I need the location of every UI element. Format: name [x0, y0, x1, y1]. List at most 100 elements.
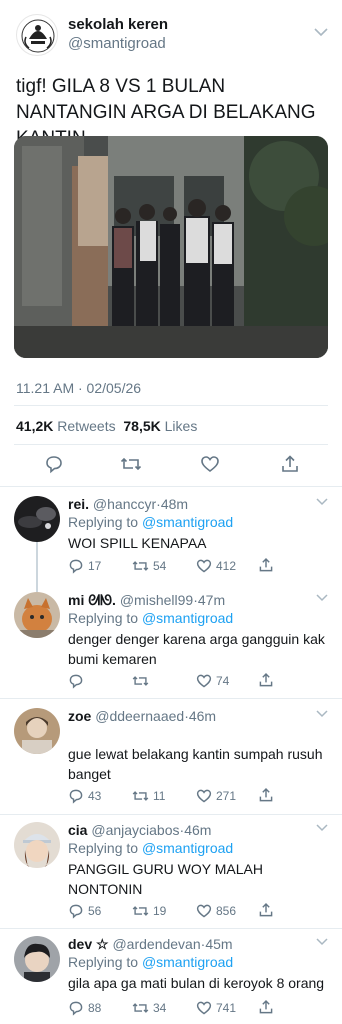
- reply-button[interactable]: 17: [68, 558, 101, 574]
- reply-author-handle[interactable]: @anjayciabos: [91, 822, 179, 838]
- replying-to-handle[interactable]: @smantigroad: [142, 514, 233, 530]
- reply-author-name[interactable]: cia: [68, 822, 87, 838]
- divider: [0, 698, 342, 699]
- like-button[interactable]: 271: [196, 788, 236, 804]
- avatar[interactable]: [14, 822, 60, 868]
- tweet-photo[interactable]: [14, 136, 328, 358]
- author-name[interactable]: sekolah keren: [68, 16, 168, 33]
- like-icon: [196, 789, 212, 803]
- reply-author-name[interactable]: dev ☆: [68, 936, 109, 952]
- like-count: 412: [216, 559, 237, 573]
- reply-icon[interactable]: [44, 454, 64, 474]
- like-count: 271: [216, 789, 237, 803]
- retweet-button[interactable]: 19: [132, 903, 166, 919]
- like-count: 74: [216, 674, 230, 688]
- replying-prefix: Replying to: [68, 610, 139, 626]
- reply-count: 43: [88, 789, 102, 803]
- divider: [0, 814, 342, 815]
- chevron-down-icon[interactable]: [314, 28, 328, 37]
- divider: [0, 486, 342, 487]
- avatar[interactable]: [14, 708, 60, 754]
- reply-button[interactable]: 43: [68, 788, 101, 804]
- avatar[interactable]: [14, 592, 60, 638]
- reply-count: 88: [88, 1001, 102, 1015]
- reply-author-handle[interactable]: @ddeernaaed: [95, 708, 184, 724]
- replying-to-handle[interactable]: @smantigroad: [142, 610, 233, 626]
- reply-icon: [69, 1001, 83, 1016]
- divider: [0, 928, 342, 929]
- replying-to-handle[interactable]: @smantigroad: [142, 954, 233, 970]
- like-icon: [196, 904, 212, 918]
- reply-time[interactable]: 45m: [205, 936, 232, 952]
- replying-to: Replying to @smantigroad: [68, 954, 233, 970]
- retweet-button[interactable]: [132, 673, 153, 689]
- retweet-count: 19: [153, 904, 167, 918]
- avatar[interactable]: [14, 496, 60, 542]
- reply-icon: [69, 674, 83, 689]
- like-button[interactable]: 741: [196, 1000, 236, 1016]
- reply-author-name[interactable]: zoe: [68, 708, 91, 724]
- replying-to-handle[interactable]: @smantigroad: [142, 840, 233, 856]
- reply-icon: [69, 904, 83, 919]
- like-count: 741: [216, 1001, 237, 1015]
- chevron-down-icon[interactable]: [316, 710, 328, 718]
- reply-count: 56: [88, 904, 102, 918]
- reply-header: rei. @hanccyr·48m: [68, 496, 189, 512]
- like-icon[interactable]: [200, 454, 220, 474]
- retweet-icon: [132, 561, 149, 571]
- reply-author-handle[interactable]: @hanccyr: [93, 496, 156, 512]
- like-button[interactable]: 856: [196, 903, 236, 919]
- avatar[interactable]: [14, 936, 60, 982]
- chevron-down-icon[interactable]: [316, 498, 328, 506]
- reply-time[interactable]: 46m: [184, 822, 211, 838]
- retweet-icon: [132, 676, 149, 686]
- like-button[interactable]: 74: [196, 673, 229, 689]
- reply-text: gue lewat belakang kantin sumpah rusuh b…: [68, 746, 323, 782]
- share-icon[interactable]: [258, 787, 274, 803]
- share-icon[interactable]: [258, 902, 274, 918]
- reply-time[interactable]: 47m: [198, 592, 225, 608]
- reply-author-handle[interactable]: @mishell99: [120, 592, 193, 608]
- retweets-label[interactable]: Retweets: [57, 418, 115, 434]
- likes-count[interactable]: 78,5K: [123, 418, 160, 434]
- thread-line: [36, 542, 38, 592]
- retweet-button[interactable]: 34: [132, 1000, 166, 1016]
- author-avatar[interactable]: [16, 14, 58, 56]
- replying-prefix: Replying to: [68, 954, 139, 970]
- reply-author-name[interactable]: rei.: [68, 496, 89, 512]
- retweets-count[interactable]: 41,2K: [16, 418, 53, 434]
- chevron-down-icon[interactable]: [316, 824, 328, 832]
- retweet-button[interactable]: 11: [132, 788, 165, 804]
- reply-icon: [69, 559, 83, 574]
- replying-prefix: Replying to: [68, 840, 139, 856]
- tweet-timestamp[interactable]: 11.21 AM · 02/05/26: [16, 380, 141, 396]
- chevron-down-icon[interactable]: [316, 594, 328, 602]
- reply-header: zoe @ddeernaaed·46m: [68, 708, 217, 724]
- retweet-icon[interactable]: [120, 454, 142, 474]
- reply-author-handle[interactable]: @ardendevan: [112, 936, 200, 952]
- like-icon: [196, 674, 212, 688]
- likes-label[interactable]: Likes: [165, 418, 198, 434]
- reply-time[interactable]: 46m: [189, 708, 216, 724]
- retweet-count: 11: [153, 789, 166, 803]
- reply-button[interactable]: 88: [68, 1000, 101, 1016]
- replying-prefix: Replying to: [68, 514, 139, 530]
- reply-button[interactable]: 56: [68, 903, 101, 919]
- like-button[interactable]: 412: [196, 558, 236, 574]
- reply-text: gila apa ga mati bulan di keroyok 8 oran…: [68, 975, 325, 991]
- chevron-down-icon[interactable]: [316, 938, 328, 946]
- retweet-icon: [132, 906, 149, 916]
- tweet-stats: 41,2K Retweets 78,5K Likes: [16, 418, 197, 434]
- share-icon[interactable]: [258, 999, 274, 1015]
- share-icon[interactable]: [258, 557, 274, 573]
- reply-author-name[interactable]: mi ᘛᘚ.: [68, 592, 116, 608]
- share-icon[interactable]: [258, 672, 274, 688]
- like-icon: [196, 1001, 212, 1015]
- retweet-button[interactable]: 54: [132, 558, 166, 574]
- reply-time[interactable]: 48m: [161, 496, 188, 512]
- divider: [14, 444, 328, 445]
- reply-button[interactable]: [68, 673, 88, 689]
- share-icon[interactable]: [280, 454, 300, 474]
- author-handle[interactable]: @smantigroad: [68, 35, 166, 52]
- reply-text: PANGGIL GURU WOY MALAH NONTONIN: [68, 861, 263, 897]
